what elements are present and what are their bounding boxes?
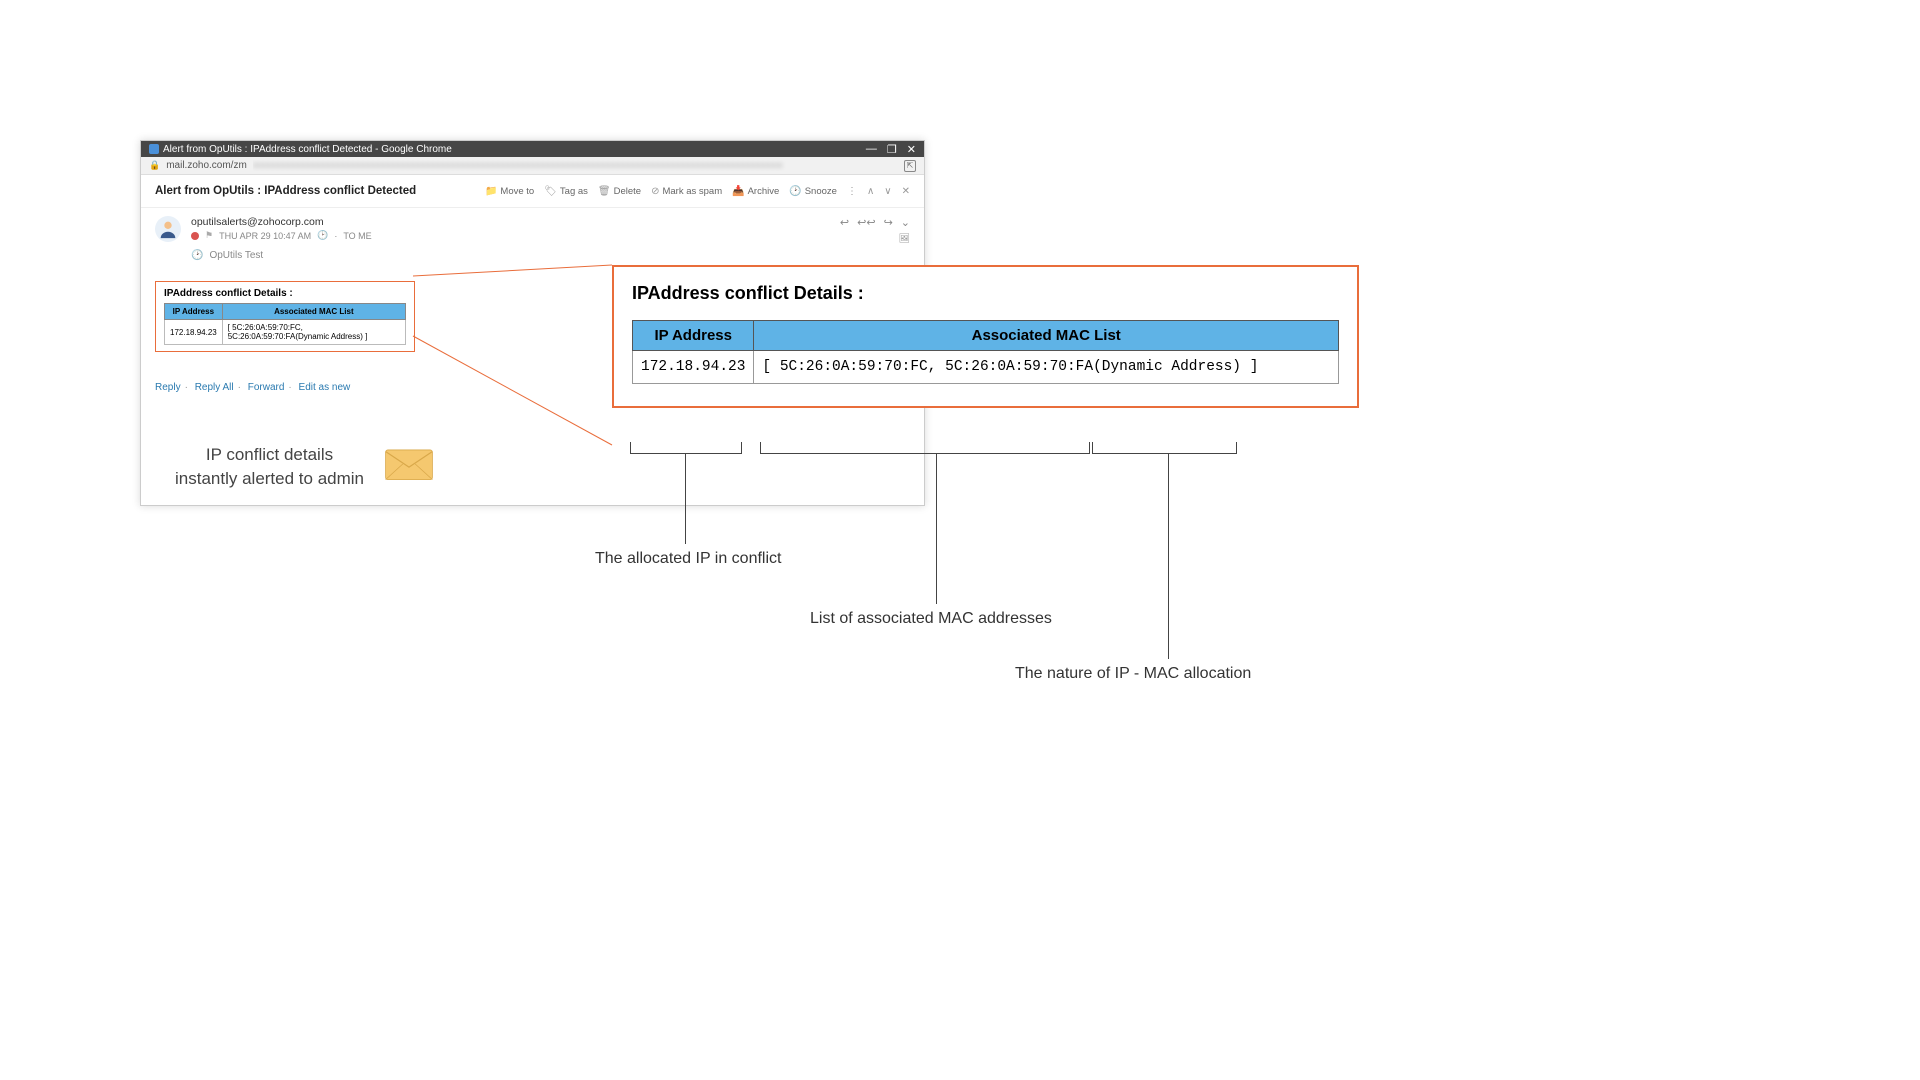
- lock-icon: 🔒: [149, 160, 160, 171]
- prev-icon[interactable]: ∧: [867, 186, 874, 197]
- window-titlebar: Alert from OpUtils : IPAddress conflict …: [141, 141, 924, 157]
- forward-arrow-icon[interactable]: ↪: [884, 216, 893, 229]
- clock-icon: 🕑: [789, 186, 801, 197]
- tag-as-button[interactable]: 🏷Tag as: [544, 186, 588, 197]
- clock-small-icon: 🕑: [317, 230, 328, 241]
- image-attachment-icon[interactable]: 🖼: [899, 233, 910, 244]
- minimize-button[interactable]: —: [866, 143, 877, 156]
- delete-button[interactable]: 🗑Delete: [598, 186, 641, 197]
- email-subject: Alert from OpUtils : IPAddress conflict …: [155, 185, 416, 197]
- sender-more-icon[interactable]: ⌄: [901, 216, 910, 229]
- reply-all-link[interactable]: Reply All: [195, 382, 234, 393]
- edit-new-link[interactable]: Edit as new: [299, 382, 351, 393]
- window-title: Alert from OpUtils : IPAddress conflict …: [163, 144, 452, 155]
- close-button[interactable]: ✕: [907, 143, 916, 156]
- annotation-mac: List of associated MAC addresses: [810, 610, 1052, 628]
- app-icon: [149, 144, 159, 154]
- line-alloc: [1168, 454, 1169, 659]
- email-recipient: TO ME: [343, 231, 371, 241]
- popout-icon[interactable]: ⇱: [904, 160, 916, 172]
- caption-text: IP conflict details instantly alerted to…: [175, 443, 364, 491]
- line-ip: [685, 454, 686, 544]
- spam-icon: ⊘: [651, 186, 659, 197]
- email-toolbar: 📁Move to 🏷Tag as 🗑Delete ⊘Mark as spam 📥…: [485, 186, 910, 197]
- thread-label: OpUtils Test: [209, 250, 263, 261]
- trash-icon: 🗑: [598, 186, 611, 197]
- next-icon[interactable]: ∨: [884, 186, 891, 197]
- address-bar: 🔒 mail.zoho.com/zm xxxxxxxxxxxxxxxxxxxxx…: [141, 157, 924, 175]
- annotation-ip: The allocated IP in conflict: [595, 550, 781, 568]
- clock-icon-small: 🕑: [191, 250, 203, 261]
- col-mac-zoom: Associated MAC List: [754, 321, 1339, 351]
- url-blurred: xxxxxxxxxxxxxxxxxxxxxxxxxxxxxxxxxxxxxxxx…: [253, 160, 898, 171]
- cell-ip-zoom: 172.18.94.23: [633, 351, 754, 384]
- col-ip-small: IP Address: [165, 304, 223, 320]
- envelope-icon: [384, 445, 434, 488]
- reply-all-arrow-icon[interactable]: ↩↩: [857, 216, 875, 229]
- forward-link[interactable]: Forward: [248, 382, 285, 393]
- line-mac: [936, 454, 937, 604]
- priority-dot: [191, 232, 199, 240]
- details-table-zoom: IP Address Associated MAC List 172.18.94…: [632, 320, 1339, 384]
- cell-mac-small: [ 5C:26:0A:59:70:FC, 5C:26:0A:59:70:FA(D…: [222, 320, 405, 345]
- sender-row: oputilsalerts@zohocorp.com ⚑ THU APR 29 …: [141, 208, 924, 250]
- spam-button[interactable]: ⊘Mark as spam: [651, 186, 722, 197]
- maximize-button[interactable]: ❐: [887, 143, 897, 156]
- ip-conflict-details-small: IPAddress conflict Details : IP Address …: [155, 281, 415, 352]
- details-table-small: IP Address Associated MAC List 172.18.94…: [164, 303, 406, 345]
- diagram-canvas: Alert from OpUtils : IPAddress conflict …: [140, 140, 1360, 700]
- move-to-button[interactable]: 📁Move to: [485, 186, 534, 197]
- side-icons: 🖼: [899, 233, 910, 244]
- bracket-allocation: [1092, 442, 1237, 454]
- archive-icon: 📥: [732, 186, 744, 197]
- folder-icon: 📁: [485, 186, 497, 197]
- flag-icon: ⚑: [205, 230, 213, 241]
- details-title-zoom: IPAddress conflict Details :: [632, 283, 1339, 304]
- url-host: mail.zoho.com/zm: [166, 160, 247, 171]
- details-title-small: IPAddress conflict Details :: [164, 288, 406, 299]
- col-ip-zoom: IP Address: [633, 321, 754, 351]
- archive-button[interactable]: 📥Archive: [732, 186, 779, 197]
- snooze-button[interactable]: 🕑Snooze: [789, 186, 837, 197]
- bracket-mac-list: [760, 442, 1090, 454]
- bracket-ip: [630, 442, 742, 454]
- cell-mac-zoom: [ 5C:26:0A:59:70:FC, 5C:26:0A:59:70:FA(D…: [754, 351, 1339, 384]
- email-date: THU APR 29 10:47 AM: [219, 231, 311, 241]
- col-mac-small: Associated MAC List: [222, 304, 405, 320]
- ip-conflict-details-zoom: IPAddress conflict Details : IP Address …: [612, 265, 1359, 408]
- cell-ip-small: 172.18.94.23: [165, 320, 223, 345]
- tag-icon: 🏷: [544, 186, 557, 197]
- annotation-alloc: The nature of IP - MAC allocation: [1015, 665, 1251, 683]
- more-icon[interactable]: ⋮: [847, 186, 857, 197]
- reply-link[interactable]: Reply: [155, 382, 181, 393]
- reply-arrow-icon[interactable]: ↩: [840, 216, 849, 229]
- email-header: Alert from OpUtils : IPAddress conflict …: [141, 175, 924, 208]
- close-icon[interactable]: ✕: [902, 186, 910, 197]
- avatar: [155, 216, 181, 242]
- sender-email: oputilsalerts@zohocorp.com: [191, 216, 830, 228]
